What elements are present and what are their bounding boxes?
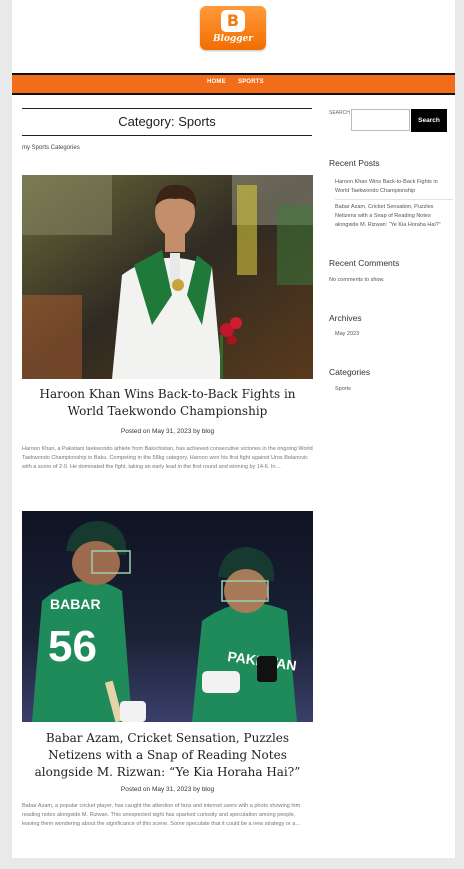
- main-nav: HOME SPORTS: [12, 73, 455, 95]
- logo-box: B Blogger: [200, 6, 266, 50]
- recent-post-link-1[interactable]: Haroon Khan Wins Back-to-Back Fights in …: [335, 178, 453, 196]
- post-2-excerpt: Babar Azam, a popular cricket player, ha…: [22, 803, 301, 827]
- page: B Blogger HOME SPORTS Category: Sports m…: [12, 0, 455, 858]
- divider: [335, 199, 453, 200]
- search-label: SEARCH: [329, 110, 350, 116]
- archives-heading: Archives: [329, 313, 362, 323]
- jersey-number-text: 56: [48, 622, 97, 671]
- jersey-name-text: BABAR: [50, 596, 101, 612]
- taekwondo-photo: [22, 175, 313, 379]
- search-button[interactable]: Search: [411, 109, 447, 132]
- nav-sports[interactable]: SPORTS: [238, 79, 264, 85]
- post-2-meta: Posted on May 31, 2023 by blog: [120, 786, 215, 793]
- search-input[interactable]: [351, 109, 410, 131]
- nav-home[interactable]: HOME: [207, 79, 226, 85]
- post-1-featured-image[interactable]: [22, 175, 313, 379]
- logo-label: Blogger: [212, 34, 254, 44]
- blogger-icon: B: [221, 10, 245, 32]
- recent-comments-heading: Recent Comments: [329, 258, 400, 268]
- site-logo[interactable]: B Blogger: [200, 6, 268, 52]
- recent-post-link-2[interactable]: Babar Azam, Cricket Sensation, Puzzles N…: [335, 203, 453, 230]
- post-1-meta: Posted on May 31, 2023 by blog: [120, 428, 215, 435]
- category-link[interactable]: Sports: [335, 385, 453, 394]
- post-2-title[interactable]: Babar Azam, Cricket Sensation, Puzzles N…: [22, 730, 313, 781]
- post-1-excerpt: Haroon Khan, a Pakistani taekwondo athle…: [22, 446, 313, 470]
- categories-heading: Categories: [329, 367, 371, 377]
- category-description: my Sports Categories: [22, 145, 80, 151]
- recent-posts-heading: Recent Posts: [329, 158, 380, 168]
- post-2-featured-image[interactable]: BABAR 56 PAKISTAN: [22, 511, 313, 722]
- archive-link[interactable]: May 2023: [335, 330, 453, 339]
- cricket-photo: BABAR 56 PAKISTAN: [22, 511, 313, 722]
- no-comments-text: No comments to show.: [329, 277, 385, 283]
- post-1-title[interactable]: Haroon Khan Wins Back-to-Back Fights in …: [22, 386, 313, 420]
- page-title: Category: Sports: [22, 108, 312, 136]
